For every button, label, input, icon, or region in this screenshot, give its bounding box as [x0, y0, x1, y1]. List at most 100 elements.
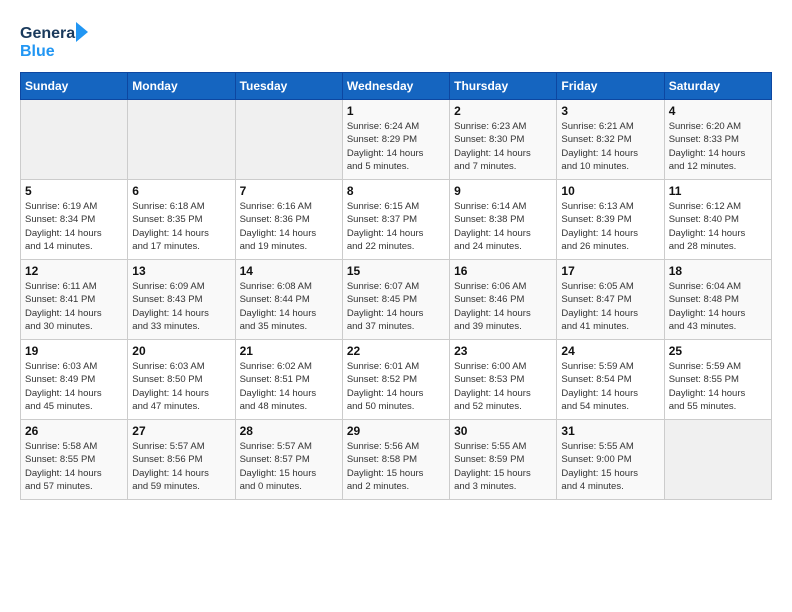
logo: GeneralBlue: [20, 20, 90, 62]
calendar-cell: [235, 100, 342, 180]
calendar-cell: 22 Sunrise: 6:01 AM Sunset: 8:52 PM Dayli…: [342, 340, 449, 420]
calendar-cell: 24 Sunrise: 5:59 AM Sunset: 8:54 PM Dayli…: [557, 340, 664, 420]
day-info: Sunrise: 5:55 AM Sunset: 9:00 PM Dayligh…: [561, 440, 659, 493]
day-number: 5: [25, 184, 123, 198]
day-info: Sunrise: 6:07 AM Sunset: 8:45 PM Dayligh…: [347, 280, 445, 333]
calendar-cell: 19 Sunrise: 6:03 AM Sunset: 8:49 PM Dayli…: [21, 340, 128, 420]
day-number: 3: [561, 104, 659, 118]
calendar-week-row: 1 Sunrise: 6:24 AM Sunset: 8:29 PM Daylig…: [21, 100, 772, 180]
calendar-cell: 1 Sunrise: 6:24 AM Sunset: 8:29 PM Daylig…: [342, 100, 449, 180]
day-number: 28: [240, 424, 338, 438]
day-number: 26: [25, 424, 123, 438]
day-number: 14: [240, 264, 338, 278]
day-number: 30: [454, 424, 552, 438]
day-number: 10: [561, 184, 659, 198]
day-info: Sunrise: 5:56 AM Sunset: 8:58 PM Dayligh…: [347, 440, 445, 493]
day-info: Sunrise: 5:57 AM Sunset: 8:56 PM Dayligh…: [132, 440, 230, 493]
calendar-cell: 4Sunrise: 6:20 AM Sunset: 8:33 PM Daylig…: [664, 100, 771, 180]
day-info: Sunrise: 6:12 AM Sunset: 8:40 PM Dayligh…: [669, 200, 767, 253]
day-number: 1: [347, 104, 445, 118]
calendar-cell: 11 Sunrise: 6:12 AM Sunset: 8:40 PM Dayli…: [664, 180, 771, 260]
day-number: 24: [561, 344, 659, 358]
svg-text:Blue: Blue: [20, 43, 55, 60]
calendar-week-row: 26 Sunrise: 5:58 AM Sunset: 8:55 PM Dayli…: [21, 420, 772, 500]
calendar-cell: 23 Sunrise: 6:00 AM Sunset: 8:53 PM Dayli…: [450, 340, 557, 420]
calendar-week-row: 5 Sunrise: 6:19 AM Sunset: 8:34 PM Daylig…: [21, 180, 772, 260]
day-info: Sunrise: 5:58 AM Sunset: 8:55 PM Dayligh…: [25, 440, 123, 493]
calendar-cell: 17 Sunrise: 6:05 AM Sunset: 8:47 PM Dayli…: [557, 260, 664, 340]
calendar-cell: [664, 420, 771, 500]
day-info: Sunrise: 6:24 AM Sunset: 8:29 PM Dayligh…: [347, 120, 445, 173]
day-number: 25: [669, 344, 767, 358]
day-number: 21: [240, 344, 338, 358]
calendar-cell: 5 Sunrise: 6:19 AM Sunset: 8:34 PM Daylig…: [21, 180, 128, 260]
day-number: 17: [561, 264, 659, 278]
day-info: Sunrise: 6:18 AM Sunset: 8:35 PM Dayligh…: [132, 200, 230, 253]
day-number: 31: [561, 424, 659, 438]
day-number: 13: [132, 264, 230, 278]
day-number: 9: [454, 184, 552, 198]
calendar-cell: 25 Sunrise: 5:59 AM Sunset: 8:55 PM Dayli…: [664, 340, 771, 420]
calendar-week-row: 12 Sunrise: 6:11 AM Sunset: 8:41 PM Dayli…: [21, 260, 772, 340]
day-info: Sunrise: 6:00 AM Sunset: 8:53 PM Dayligh…: [454, 360, 552, 413]
calendar-cell: 18Sunrise: 6:04 AM Sunset: 8:48 PM Dayli…: [664, 260, 771, 340]
calendar-cell: 27 Sunrise: 5:57 AM Sunset: 8:56 PM Dayli…: [128, 420, 235, 500]
calendar-cell: 16Sunrise: 6:06 AM Sunset: 8:46 PM Dayli…: [450, 260, 557, 340]
day-info: Sunrise: 6:06 AM Sunset: 8:46 PM Dayligh…: [454, 280, 552, 333]
day-number: 12: [25, 264, 123, 278]
day-info: Sunrise: 6:21 AM Sunset: 8:32 PM Dayligh…: [561, 120, 659, 173]
calendar-cell: 15Sunrise: 6:07 AM Sunset: 8:45 PM Dayli…: [342, 260, 449, 340]
day-info: Sunrise: 6:19 AM Sunset: 8:34 PM Dayligh…: [25, 200, 123, 253]
calendar-cell: 30Sunrise: 5:55 AM Sunset: 8:59 PM Dayli…: [450, 420, 557, 500]
calendar-week-row: 19 Sunrise: 6:03 AM Sunset: 8:49 PM Dayli…: [21, 340, 772, 420]
day-info: Sunrise: 6:08 AM Sunset: 8:44 PM Dayligh…: [240, 280, 338, 333]
day-header-monday: Monday: [128, 73, 235, 100]
day-info: Sunrise: 6:03 AM Sunset: 8:50 PM Dayligh…: [132, 360, 230, 413]
calendar-cell: 7 Sunrise: 6:16 AM Sunset: 8:36 PM Daylig…: [235, 180, 342, 260]
day-info: Sunrise: 6:01 AM Sunset: 8:52 PM Dayligh…: [347, 360, 445, 413]
day-info: Sunrise: 6:05 AM Sunset: 8:47 PM Dayligh…: [561, 280, 659, 333]
calendar-cell: 29 Sunrise: 5:56 AM Sunset: 8:58 PM Dayli…: [342, 420, 449, 500]
day-header-sunday: Sunday: [21, 73, 128, 100]
day-info: Sunrise: 5:59 AM Sunset: 8:54 PM Dayligh…: [561, 360, 659, 413]
day-header-tuesday: Tuesday: [235, 73, 342, 100]
calendar-cell: 9 Sunrise: 6:14 AM Sunset: 8:38 PM Daylig…: [450, 180, 557, 260]
day-info: Sunrise: 6:23 AM Sunset: 8:30 PM Dayligh…: [454, 120, 552, 173]
calendar-cell: 3 Sunrise: 6:21 AM Sunset: 8:32 PM Daylig…: [557, 100, 664, 180]
day-info: Sunrise: 6:16 AM Sunset: 8:36 PM Dayligh…: [240, 200, 338, 253]
svg-text:General: General: [20, 25, 80, 42]
calendar-cell: 6 Sunrise: 6:18 AM Sunset: 8:35 PM Daylig…: [128, 180, 235, 260]
page-header: GeneralBlue: [20, 20, 772, 62]
calendar-cell: 8 Sunrise: 6:15 AM Sunset: 8:37 PM Daylig…: [342, 180, 449, 260]
day-info: Sunrise: 6:04 AM Sunset: 8:48 PM Dayligh…: [669, 280, 767, 333]
day-header-thursday: Thursday: [450, 73, 557, 100]
day-number: 4: [669, 104, 767, 118]
day-number: 23: [454, 344, 552, 358]
calendar-cell: 28Sunrise: 5:57 AM Sunset: 8:57 PM Dayli…: [235, 420, 342, 500]
day-info: Sunrise: 6:13 AM Sunset: 8:39 PM Dayligh…: [561, 200, 659, 253]
day-info: Sunrise: 6:11 AM Sunset: 8:41 PM Dayligh…: [25, 280, 123, 333]
day-info: Sunrise: 6:03 AM Sunset: 8:49 PM Dayligh…: [25, 360, 123, 413]
day-number: 6: [132, 184, 230, 198]
calendar-table: SundayMondayTuesdayWednesdayThursdayFrid…: [20, 72, 772, 500]
calendar-cell: 12 Sunrise: 6:11 AM Sunset: 8:41 PM Dayli…: [21, 260, 128, 340]
calendar-cell: 14 Sunrise: 6:08 AM Sunset: 8:44 PM Dayli…: [235, 260, 342, 340]
day-number: 8: [347, 184, 445, 198]
day-info: Sunrise: 5:59 AM Sunset: 8:55 PM Dayligh…: [669, 360, 767, 413]
day-number: 7: [240, 184, 338, 198]
day-number: 27: [132, 424, 230, 438]
day-info: Sunrise: 6:14 AM Sunset: 8:38 PM Dayligh…: [454, 200, 552, 253]
calendar-cell: 2Sunrise: 6:23 AM Sunset: 8:30 PM Daylig…: [450, 100, 557, 180]
day-number: 29: [347, 424, 445, 438]
calendar-cell: 20 Sunrise: 6:03 AM Sunset: 8:50 PM Dayli…: [128, 340, 235, 420]
calendar-cell: 31 Sunrise: 5:55 AM Sunset: 9:00 PM Dayli…: [557, 420, 664, 500]
calendar-cell: 10 Sunrise: 6:13 AM Sunset: 8:39 PM Dayli…: [557, 180, 664, 260]
day-number: 20: [132, 344, 230, 358]
calendar-cell: [128, 100, 235, 180]
day-number: 22: [347, 344, 445, 358]
day-info: Sunrise: 6:15 AM Sunset: 8:37 PM Dayligh…: [347, 200, 445, 253]
day-number: 19: [25, 344, 123, 358]
day-header-friday: Friday: [557, 73, 664, 100]
logo-svg: GeneralBlue: [20, 20, 90, 62]
day-number: 11: [669, 184, 767, 198]
